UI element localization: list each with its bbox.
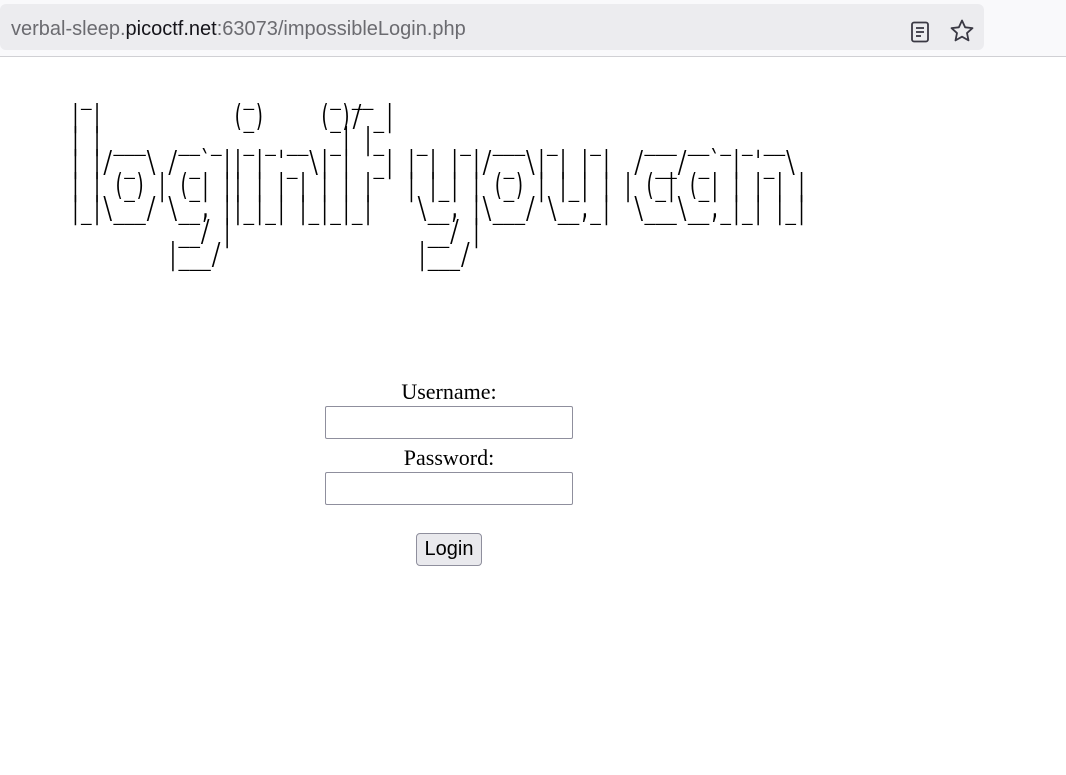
ascii-art-title: _ _ _ __ | | (_) (_)/ _| | | ___ __ _ _ … — [70, 76, 807, 272]
url-text[interactable]: verbal-sleep.picoctf.net:63073/impossibl… — [11, 17, 466, 41]
username-label: Username: — [401, 379, 497, 404]
reader-view-icon[interactable] — [908, 20, 932, 44]
bookmark-star-icon[interactable] — [949, 18, 975, 44]
url-prefix: verbal-sleep. — [11, 18, 126, 40]
browser-toolbar: verbal-sleep.picoctf.net:63073/impossibl… — [0, 0, 1066, 57]
url-host: picoctf.net — [125, 18, 217, 40]
login-button[interactable]: Login — [415, 533, 483, 566]
login-form: Username: Password: Login — [324, 378, 574, 566]
password-label: Password: — [403, 445, 495, 470]
username-input[interactable] — [325, 406, 573, 439]
url-path: :63073/impossibleLogin.php — [216, 18, 466, 40]
address-bar[interactable]: verbal-sleep.picoctf.net:63073/impossibl… — [0, 4, 984, 50]
password-input[interactable] — [325, 472, 573, 505]
